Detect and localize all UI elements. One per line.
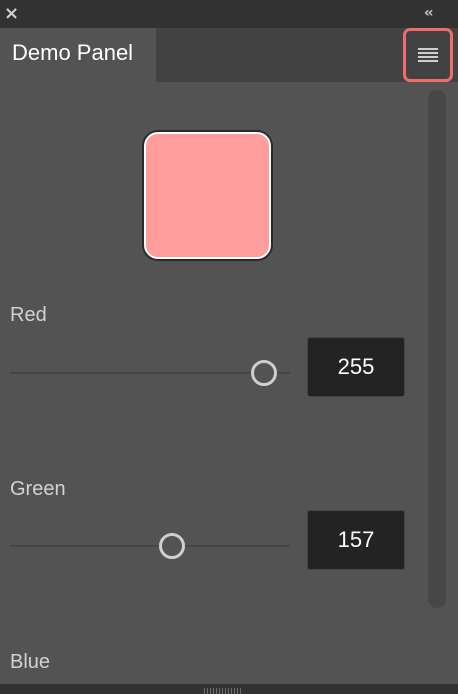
- color-swatch: [144, 132, 271, 259]
- panel-menu-button[interactable]: [403, 28, 453, 82]
- red-value-input[interactable]: 255: [307, 337, 405, 397]
- scrollbar[interactable]: [428, 90, 446, 608]
- resize-grip-icon[interactable]: [204, 688, 242, 694]
- tab-demo-panel[interactable]: Demo Panel: [0, 28, 156, 82]
- green-slider-thumb[interactable]: [158, 533, 185, 559]
- green-label: Green: [10, 478, 66, 500]
- red-label: Red: [10, 304, 47, 326]
- green-slider-track[interactable]: [10, 545, 290, 547]
- close-icon[interactable]: ×: [4, 4, 19, 24]
- red-slider-thumb[interactable]: [251, 360, 277, 386]
- tab-strip: Demo Panel: [0, 28, 458, 82]
- hamburger-menu-icon: [418, 48, 438, 62]
- red-slider-track[interactable]: [10, 372, 290, 374]
- tab-label: Demo Panel: [12, 40, 134, 65]
- panel-title-bar: × ‹‹: [0, 0, 458, 28]
- blue-label: Blue: [10, 651, 51, 673]
- green-value-input[interactable]: 157: [307, 510, 405, 570]
- collapse-double-chevron-icon[interactable]: ‹‹: [424, 3, 442, 23]
